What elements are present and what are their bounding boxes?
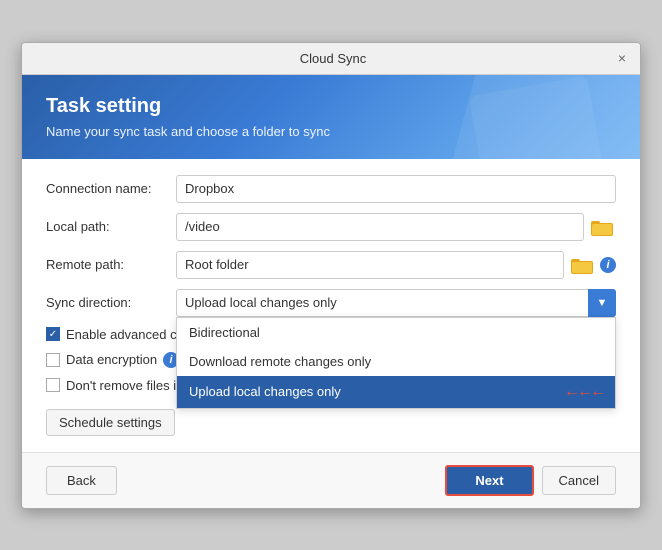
folder-icon — [591, 218, 613, 236]
data-encryption-label: Data encryption — [66, 352, 157, 367]
local-path-folder-button[interactable] — [588, 213, 616, 241]
form-content: Connection name: Local path: Re — [22, 159, 640, 452]
remote-path-field: i — [176, 251, 616, 279]
local-path-row: Local path: — [46, 213, 616, 241]
sync-direction-field: Upload local changes only ▼ Bidirectiona… — [176, 289, 616, 317]
connection-name-field — [176, 175, 616, 203]
titlebar: Cloud Sync × — [22, 43, 640, 75]
remote-path-label: Remote path: — [46, 257, 176, 272]
header-title: Task setting — [46, 95, 616, 118]
data-encryption-wrapper: Data encryption i — [46, 352, 179, 368]
local-path-label: Local path: — [46, 219, 176, 234]
dropdown-option-download-only[interactable]: Download remote changes only — [177, 347, 615, 376]
chevron-down-icon[interactable]: ▼ — [588, 289, 616, 317]
sync-direction-select[interactable]: Upload local changes only ▼ Bidirectiona… — [176, 289, 616, 317]
sync-direction-value[interactable]: Upload local changes only — [176, 289, 616, 317]
connection-name-input[interactable] — [176, 175, 616, 203]
next-button[interactable]: Next — [445, 465, 533, 496]
remote-path-row: Remote path: i — [46, 251, 616, 279]
data-encryption-checkbox[interactable] — [46, 353, 60, 367]
connection-name-label: Connection name: — [46, 181, 176, 196]
selection-arrow-icon: ←←← — [564, 383, 603, 401]
window-title: Cloud Sync — [52, 51, 614, 66]
remote-path-folder-button[interactable] — [568, 251, 596, 279]
advanced-consistency-checkbox[interactable] — [46, 327, 60, 341]
local-path-input[interactable] — [176, 213, 584, 241]
sync-direction-label: Sync direction: — [46, 295, 176, 310]
remote-path-info-icon[interactable]: i — [600, 257, 616, 273]
back-button[interactable]: Back — [46, 466, 117, 495]
dropdown-option-bidirectional[interactable]: Bidirectional — [177, 318, 615, 347]
schedule-settings-button[interactable]: Schedule settings — [46, 409, 175, 436]
cancel-button[interactable]: Cancel — [542, 466, 616, 495]
sync-direction-row: Sync direction: Upload local changes onl… — [46, 289, 616, 317]
footer-right-buttons: Next Cancel — [445, 465, 616, 496]
dont-remove-files-checkbox[interactable] — [46, 378, 60, 392]
local-path-field — [176, 213, 616, 241]
folder-icon — [571, 256, 593, 274]
footer: Back Next Cancel — [22, 452, 640, 508]
header-subtitle: Name your sync task and choose a folder … — [46, 124, 616, 139]
remote-path-input[interactable] — [176, 251, 564, 279]
close-icon[interactable]: × — [614, 50, 630, 66]
connection-name-row: Connection name: — [46, 175, 616, 203]
header-banner: Task setting Name your sync task and cho… — [22, 75, 640, 159]
sync-direction-dropdown: Bidirectional Download remote changes on… — [176, 317, 616, 409]
cloud-sync-window: Cloud Sync × Task setting Name your sync… — [21, 42, 641, 509]
dropdown-option-upload-only[interactable]: Upload local changes only ←←← — [177, 376, 615, 408]
